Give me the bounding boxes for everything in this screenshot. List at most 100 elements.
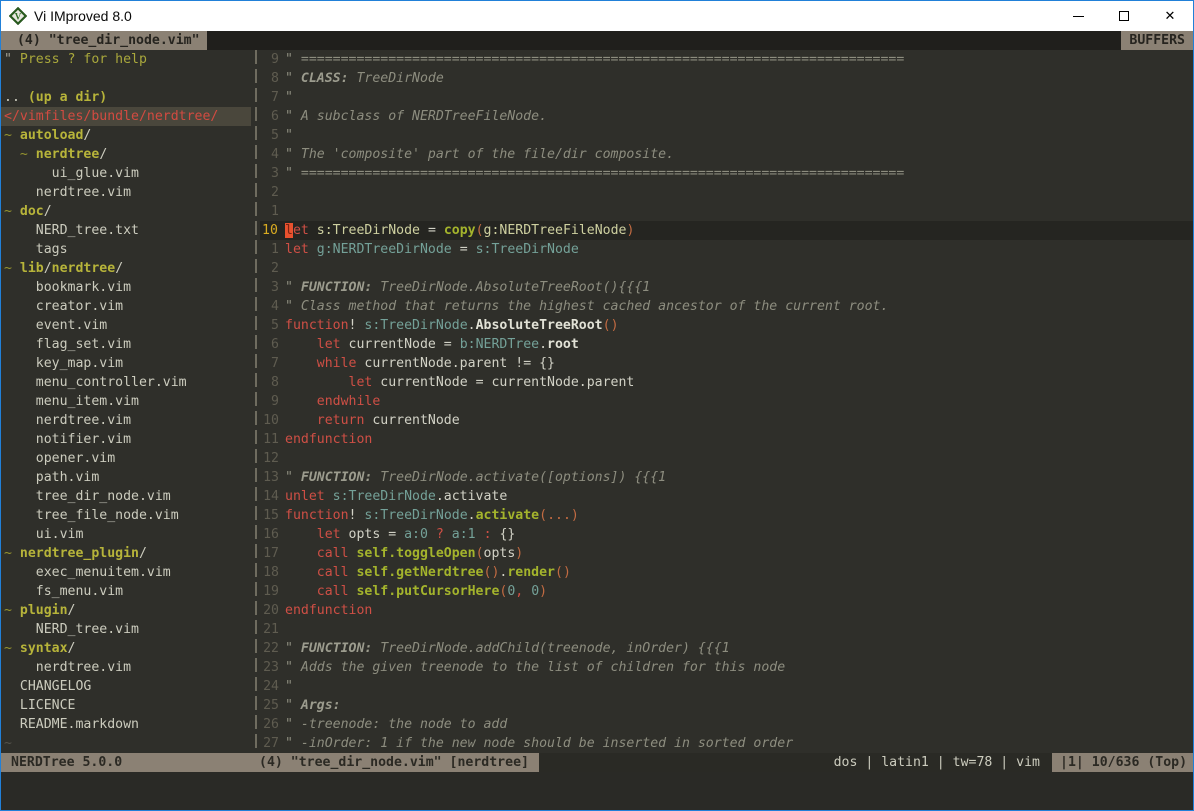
tree-row[interactable]: exec_menuitem.vim: [1, 563, 251, 582]
tree-row[interactable]: ~ doc/: [1, 202, 251, 221]
code-line[interactable]: 1let g:NERDTreeDirNode = s:TreeDirNode: [260, 240, 1193, 259]
code-line[interactable]: 3" =====================================…: [260, 164, 1193, 183]
tree-row[interactable]: ui_glue.vim: [1, 164, 251, 183]
code-text: let s:TreeDirNode = copy(g:NERDTreeFileN…: [285, 221, 634, 240]
code-text: function! s:TreeDirNode.AbsoluteTreeRoot…: [285, 316, 619, 335]
code-line[interactable]: 22" FUNCTION: TreeDirNode.addChild(treen…: [260, 639, 1193, 658]
line-number: 8: [260, 69, 285, 88]
code-text: " Args:: [285, 696, 341, 715]
code-line[interactable]: 20endfunction: [260, 601, 1193, 620]
code-line[interactable]: 5": [260, 126, 1193, 145]
code-line[interactable]: 1: [260, 202, 1193, 221]
code-line[interactable]: 6" A subclass of NERDTreeFileNode.: [260, 107, 1193, 126]
code-line[interactable]: 13" FUNCTION: TreeDirNode.activate([opti…: [260, 468, 1193, 487]
line-number: 5: [260, 126, 285, 145]
code-line[interactable]: 26" -treenode: the node to add: [260, 715, 1193, 734]
code-text: let currentNode = currentNode.parent: [285, 373, 634, 392]
tree-row[interactable]: nerdtree.vim: [1, 411, 251, 430]
code-text: " ======================================…: [285, 50, 904, 69]
tree-row[interactable]: bookmark.vim: [1, 278, 251, 297]
tree-row[interactable]: ~ syntax/: [1, 639, 251, 658]
code-line[interactable]: 4" The 'composite' part of the file/dir …: [260, 145, 1193, 164]
tree-row[interactable]: CHANGELOG: [1, 677, 251, 696]
tree-row[interactable]: creator.vim: [1, 297, 251, 316]
line-number: 12: [260, 449, 285, 468]
tree-row[interactable]: notifier.vim: [1, 430, 251, 449]
code-line[interactable]: 18 call self.getNerdtree().render(): [260, 563, 1193, 582]
tab-active[interactable]: (4) "tree_dir_node.vim": [1, 31, 207, 50]
code-line[interactable]: 3" FUNCTION: TreeDirNode.AbsoluteTreeRoo…: [260, 278, 1193, 297]
code-line[interactable]: 12: [260, 449, 1193, 468]
code-line[interactable]: 6 let currentNode = b:NERDTree.root: [260, 335, 1193, 354]
tree-row[interactable]: README.markdown: [1, 715, 251, 734]
nerdtree-pane: " Press ? for help .. (up a dir)</vimfile…: [1, 50, 251, 753]
code-line[interactable]: 23" Adds the given treenode to the list …: [260, 658, 1193, 677]
code-line[interactable]: 8 let currentNode = currentNode.parent: [260, 373, 1193, 392]
editor-area: " Press ? for help .. (up a dir)</vimfile…: [1, 50, 1193, 753]
code-line[interactable]: 15function! s:TreeDirNode.activate(...): [260, 506, 1193, 525]
tree-row[interactable]: ~ autoload/: [1, 126, 251, 145]
tree-row[interactable]: nerdtree.vim: [1, 658, 251, 677]
code-line[interactable]: 2: [260, 259, 1193, 278]
tree-row[interactable]: path.vim: [1, 468, 251, 487]
tree-row[interactable]: tree_dir_node.vim: [1, 487, 251, 506]
code-line[interactable]: 10 return currentNode: [260, 411, 1193, 430]
statusline-fill: [539, 753, 834, 772]
code-line[interactable]: 24": [260, 677, 1193, 696]
line-number: 6: [260, 107, 285, 126]
tree-row[interactable]: [1, 69, 251, 88]
code-line[interactable]: 2: [260, 183, 1193, 202]
tree-row[interactable]: menu_controller.vim: [1, 373, 251, 392]
code-line[interactable]: 9 endwhile: [260, 392, 1193, 411]
code-line[interactable]: 7 while currentNode.parent != {}: [260, 354, 1193, 373]
title-bar: V Vi IMproved 8.0 ✕: [1, 1, 1193, 31]
tree-row[interactable]: ~ nerdtree_plugin/: [1, 544, 251, 563]
code-line[interactable]: 16 let opts = a:0 ? a:1 : {}: [260, 525, 1193, 544]
tree-row[interactable]: flag_set.vim: [1, 335, 251, 354]
tree-row[interactable]: " Press ? for help: [1, 50, 251, 69]
tree-row[interactable]: ~ nerdtree/: [1, 145, 251, 164]
minimize-button[interactable]: [1055, 1, 1101, 31]
tree-row[interactable]: ~ plugin/: [1, 601, 251, 620]
tree-row[interactable]: nerdtree.vim: [1, 183, 251, 202]
code-line[interactable]: 8" CLASS: TreeDirNode: [260, 69, 1193, 88]
code-text: " The 'composite' part of the file/dir c…: [285, 145, 674, 164]
svg-text:V: V: [15, 12, 22, 22]
code-line[interactable]: 21: [260, 620, 1193, 639]
vim-window: V Vi IMproved 8.0 ✕ (4) "tree_dir_node.v…: [0, 0, 1194, 811]
tree-row[interactable]: ~ lib/nerdtree/: [1, 259, 251, 278]
tree-row[interactable]: .. (up a dir): [1, 88, 251, 107]
tree-row[interactable]: NERD_tree.txt: [1, 221, 251, 240]
tree-row[interactable]: ui.vim: [1, 525, 251, 544]
code-line[interactable]: 17 call self.toggleOpen(opts): [260, 544, 1193, 563]
code-line[interactable]: 7": [260, 88, 1193, 107]
code-line[interactable]: 25" Args:: [260, 696, 1193, 715]
code-text: " Class method that returns the highest …: [285, 297, 888, 316]
code-line[interactable]: 4" Class method that returns the highest…: [260, 297, 1193, 316]
code-line[interactable]: 14unlet s:TreeDirNode.activate: [260, 487, 1193, 506]
window-separator[interactable]: [251, 50, 260, 753]
tree-row[interactable]: tree_file_node.vim: [1, 506, 251, 525]
tree-row[interactable]: NERD_tree.vim: [1, 620, 251, 639]
maximize-button[interactable]: [1101, 1, 1147, 31]
tree-row[interactable]: </vimfiles/bundle/nerdtree/: [1, 107, 251, 126]
tree-row[interactable]: ~: [1, 734, 251, 753]
tree-row[interactable]: LICENCE: [1, 696, 251, 715]
tree-row[interactable]: fs_menu.vim: [1, 582, 251, 601]
tree-row[interactable]: menu_item.vim: [1, 392, 251, 411]
line-number: 22: [260, 639, 285, 658]
code-line[interactable]: 19 call self.putCursorHere(0, 0): [260, 582, 1193, 601]
tree-row[interactable]: opener.vim: [1, 449, 251, 468]
line-number: 9: [260, 392, 285, 411]
code-line[interactable]: 9" =====================================…: [260, 50, 1193, 69]
code-line[interactable]: 5function! s:TreeDirNode.AbsoluteTreeRoo…: [260, 316, 1193, 335]
code-line[interactable]: 27" -inOrder: 1 if the new node should b…: [260, 734, 1193, 753]
code-line[interactable]: 10let s:TreeDirNode = copy(g:NERDTreeFil…: [260, 221, 1193, 240]
line-number: 4: [260, 145, 285, 164]
tree-row[interactable]: tags: [1, 240, 251, 259]
maximize-icon: [1119, 11, 1129, 21]
tree-row[interactable]: event.vim: [1, 316, 251, 335]
code-line[interactable]: 11endfunction: [260, 430, 1193, 449]
close-button[interactable]: ✕: [1147, 1, 1193, 31]
tree-row[interactable]: key_map.vim: [1, 354, 251, 373]
